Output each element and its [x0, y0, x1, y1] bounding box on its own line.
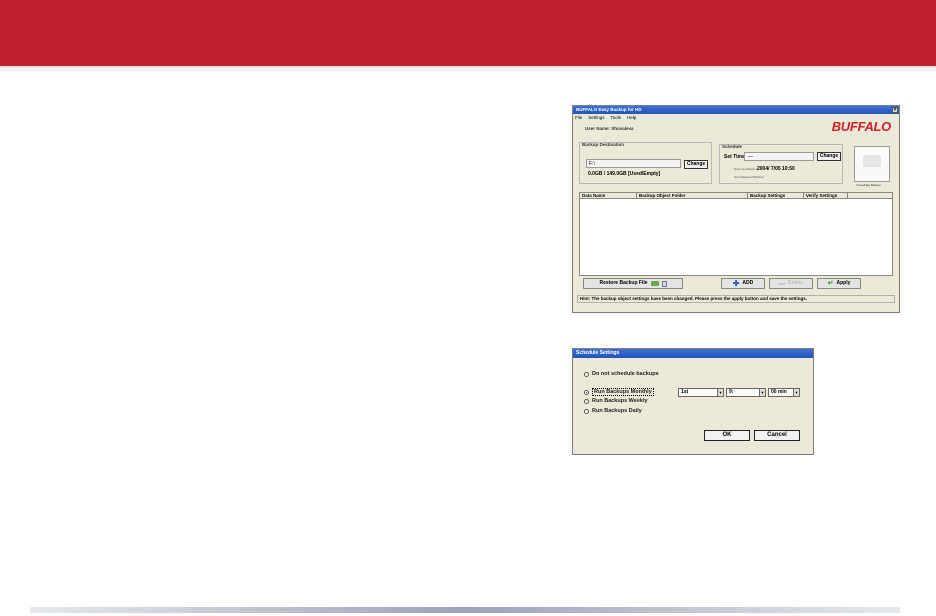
- minute-select[interactable]: 00 min ▼: [768, 388, 800, 397]
- backup-destination-group: Backup Destination F:\ Change 0.0GB / 14…: [579, 142, 712, 184]
- column-data-name[interactable]: Data Name: [580, 193, 637, 198]
- radio-label: Run Backups Weekly: [592, 398, 648, 404]
- menu-item-help[interactable]: Help: [627, 115, 636, 121]
- destination-drive-value: F:\: [589, 161, 595, 167]
- schedule-label: Schedule: [722, 144, 743, 149]
- column-backup-settings[interactable]: Backup Settings: [748, 193, 804, 198]
- menu-item-tools[interactable]: Tools: [611, 115, 622, 121]
- apply-label: Apply: [836, 280, 851, 286]
- destination-capacity: 0.0GB / 149.0GB [Used/Empty]: [588, 171, 661, 177]
- radio-button[interactable]: [584, 389, 589, 395]
- menu-bar: File Settings Tools Help: [575, 115, 636, 121]
- add-button[interactable]: ✚ ADD: [721, 278, 765, 289]
- set-time-field: —: [744, 152, 814, 161]
- backup-window-title: BUFFALO Easy Backup for HD: [576, 107, 642, 112]
- hour-select[interactable]: 9: ▼: [726, 388, 766, 397]
- radio-button[interactable]: [584, 408, 589, 414]
- chevron-down-icon[interactable]: ▼: [717, 389, 723, 396]
- radio-weekly[interactable]: Run Backups Weekly: [584, 398, 648, 404]
- status-hint: Hint: The backup object settings have be…: [577, 295, 895, 303]
- add-label: ADD: [742, 280, 754, 286]
- day-select-value: 1st: [681, 389, 689, 395]
- immediate-backup-button[interactable]: [854, 146, 890, 182]
- radio-label: Do not schedule backups: [592, 371, 659, 377]
- next-selected-label: Next Selected Backup :: [734, 175, 766, 179]
- user-name: User Name: Shuvaleva: [585, 126, 634, 131]
- restore-backup-button[interactable]: Restore Backup File: [583, 278, 683, 289]
- buffalo-logo: BUFFALO: [831, 119, 892, 134]
- radio-label: Run Backups Monthly: [592, 388, 654, 396]
- immediate-backup-label: Immediate Backup: [856, 183, 881, 187]
- schedule-dialog-title: Schedule Settings: [573, 349, 813, 358]
- schedule-change-button[interactable]: Change: [817, 152, 841, 161]
- restore-backup-label: Restore Backup File: [599, 280, 648, 286]
- radio-monthly[interactable]: Run Backups Monthly: [584, 388, 654, 396]
- add-icon: ✚: [732, 278, 740, 288]
- menu-item-settings[interactable]: Settings: [588, 115, 604, 121]
- top-banner: [0, 0, 936, 66]
- restore-folder-icon: [650, 281, 659, 286]
- column-backup-object-folder[interactable]: Backup Object Folder: [637, 193, 748, 198]
- page: BUFFALO Easy Backup for HD × File Settin…: [0, 0, 936, 616]
- set-time-value: —: [748, 154, 753, 160]
- next-backup-label: Next Last Backup: [734, 167, 758, 171]
- radio-daily[interactable]: Run Backups Daily: [584, 408, 642, 414]
- cancel-button[interactable]: Cancel: [754, 430, 800, 441]
- schedule-group: Schedule Set Time : — Change Next Last B…: [719, 144, 843, 184]
- ok-button[interactable]: OK: [704, 430, 750, 441]
- backup-destination-label: Backup Destination: [582, 142, 625, 147]
- destination-drive-field[interactable]: F:\: [586, 159, 681, 168]
- backup-window: BUFFALO Easy Backup for HD × File Settin…: [572, 105, 900, 313]
- delete-label: Delete: [787, 280, 803, 286]
- backup-window-titlebar: BUFFALO Easy Backup for HD ×: [573, 106, 899, 114]
- column-empty: [848, 193, 892, 198]
- radio-no-schedule[interactable]: Do not schedule backups: [584, 371, 659, 377]
- radio-button[interactable]: [584, 371, 589, 377]
- close-icon[interactable]: ×: [892, 107, 898, 113]
- restore-file-icon: [661, 280, 667, 287]
- bottom-bar: [30, 607, 900, 613]
- chevron-down-icon[interactable]: ▼: [793, 389, 799, 396]
- delete-button[interactable]: Delete: [769, 278, 813, 289]
- next-backup-value: 2004/ 7/05 10:50: [757, 166, 795, 172]
- table-header: Data Name Backup Object Folder Backup Se…: [580, 193, 892, 199]
- backup-table[interactable]: Data Name Backup Object Folder Backup Se…: [579, 192, 893, 276]
- column-verify-settings[interactable]: Verify Settings: [804, 193, 848, 198]
- delete-icon: [778, 282, 785, 285]
- destination-change-button[interactable]: Change: [684, 160, 708, 169]
- menu-item-file[interactable]: File: [575, 115, 582, 121]
- banner-shadow: [0, 66, 936, 70]
- hard-drive-icon: [863, 155, 881, 167]
- day-select[interactable]: 1st ▼: [678, 388, 724, 397]
- apply-button[interactable]: ↵ Apply: [817, 278, 861, 289]
- radio-button[interactable]: [584, 398, 589, 404]
- chevron-down-icon[interactable]: ▼: [759, 389, 765, 396]
- hour-select-value: 9:: [729, 389, 734, 395]
- minute-select-value: 00 min: [771, 389, 787, 395]
- radio-label: Run Backups Daily: [592, 408, 642, 414]
- apply-icon: ↵: [827, 280, 834, 287]
